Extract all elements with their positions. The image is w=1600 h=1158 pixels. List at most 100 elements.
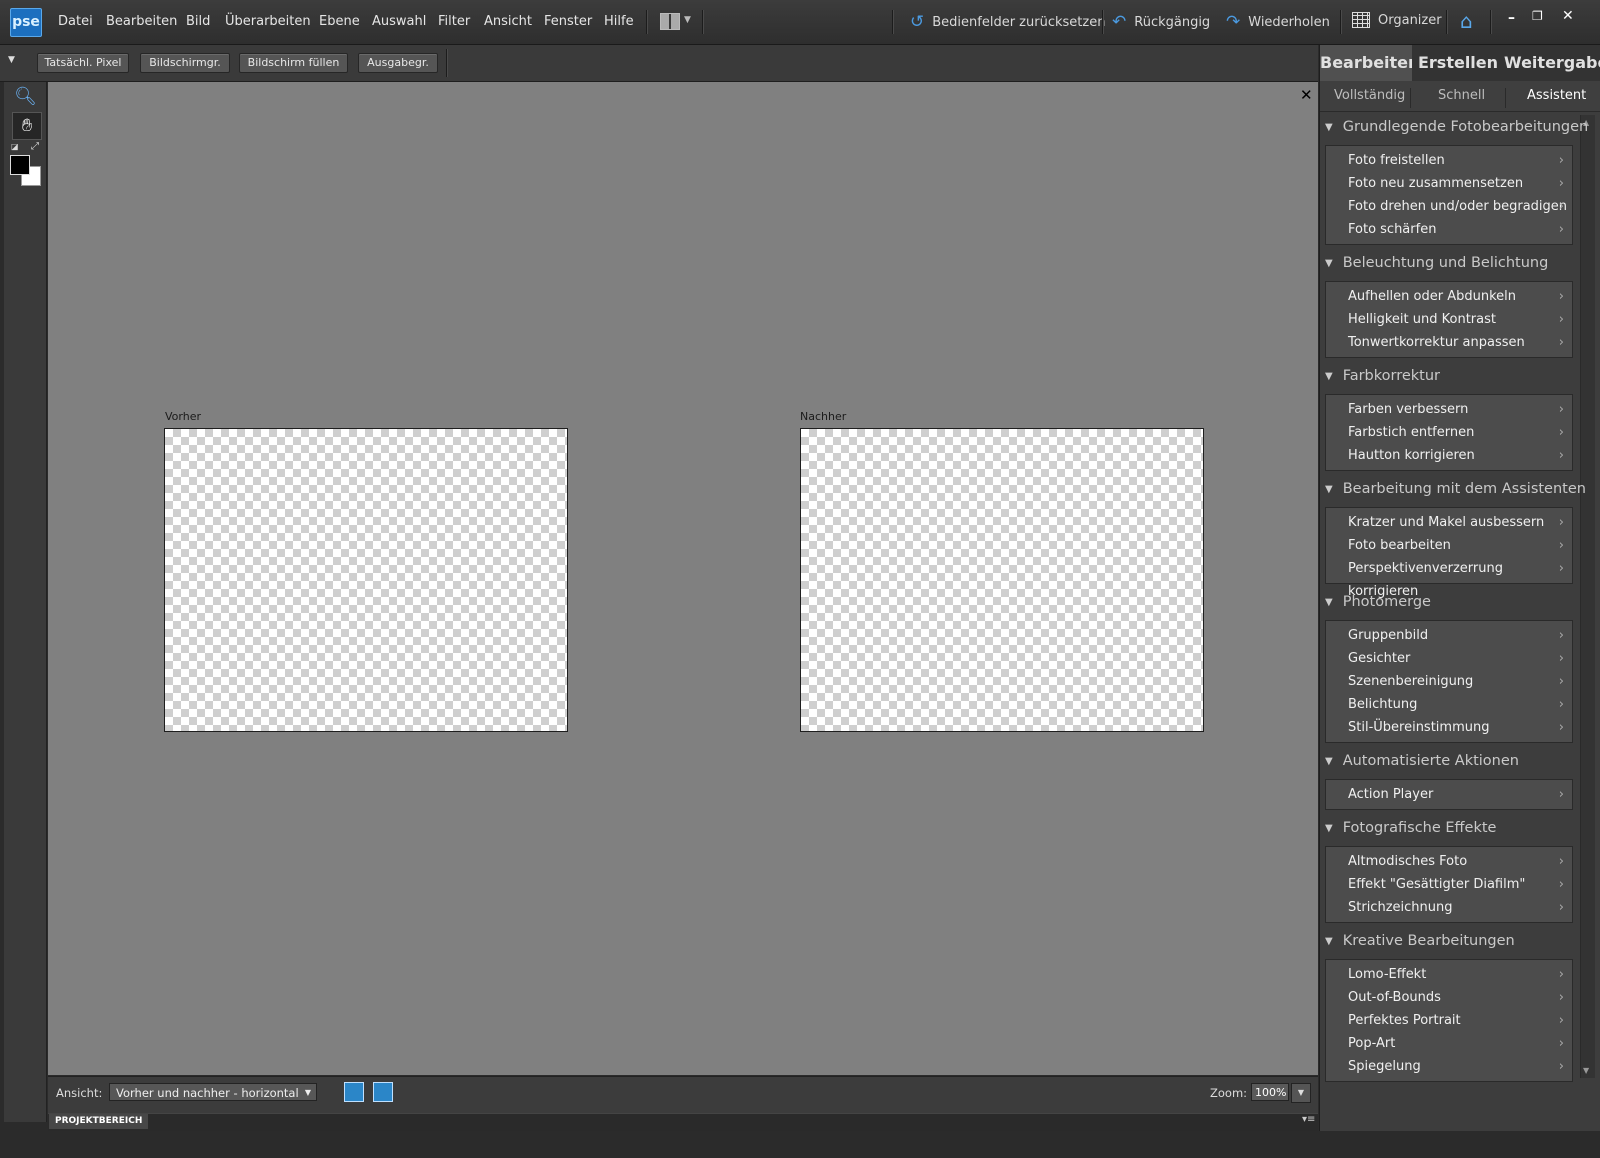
guided-edit-item[interactable]: Helligkeit und Kontrast › [1326,308,1572,331]
fit-screen-button[interactable]: Bildschirmgr. [140,53,230,73]
guided-edit-item[interactable]: Szenenbereinigung › [1326,670,1572,693]
tab-bearbeiten[interactable]: Bearbeiten [1320,45,1419,81]
guided-edit-item[interactable]: Out-of-Bounds › [1326,986,1572,1009]
chevron-down-icon[interactable]: ▼ [8,55,15,65]
tab-erstellen[interactable]: Erstellen [1412,45,1504,81]
project-bin-bar [48,1113,1318,1131]
zoom-tool-icon[interactable]: 🔍︎ [14,86,37,107]
menu-separator [702,10,704,34]
fill-screen-button[interactable]: Bildschirm füllen [239,53,348,73]
print-size-button[interactable]: Ausgabegr. [358,53,438,73]
section-header[interactable]: ▼ Automatisierte Aktionen [1325,753,1519,769]
subtab-schnell[interactable]: Schnell [1438,88,1485,103]
chevron-right-icon: › [1558,651,1564,666]
guided-edit-item[interactable]: Action Player › [1326,783,1572,806]
section-header[interactable]: ▼ Beleuchtung und Belichtung [1325,255,1548,271]
chevron-right-icon: › [1558,153,1564,168]
guided-edit-item[interactable]: Belichtung › [1326,693,1572,716]
grid-icon [1352,12,1370,28]
guided-edit-item[interactable]: Farbstich entfernen › [1326,421,1572,444]
guided-edit-item[interactable]: Gesichter › [1326,647,1572,670]
guided-edit-item[interactable]: Spiegelung › [1326,1055,1572,1078]
view-select[interactable]: Vorher und nachher - horizontal ▼ [109,1083,317,1101]
scroll-down-icon[interactable]: ▼ [1583,1066,1589,1075]
before-image[interactable] [164,428,568,732]
section-header[interactable]: ▼ Grundlegende Fotobearbeitungen [1325,119,1588,135]
guided-edit-item[interactable]: Aufhellen oder Abdunkeln › [1326,285,1572,308]
project-bin-tab[interactable]: PROJEKTBEREICH [49,1114,149,1129]
view-select-value: Vorher und nachher - horizontal [116,1086,299,1100]
guided-edit-item[interactable]: Gruppenbild › [1326,624,1572,647]
guided-edit-item[interactable]: Foto drehen und/oder begradigen › [1326,195,1572,218]
section-header[interactable]: ▼ Photomerge [1325,594,1431,610]
sync-views-icon[interactable] [373,1082,393,1102]
guided-edit-item[interactable]: Perspektivenverzerrung korrigieren › [1326,557,1572,599]
options-separator [446,49,448,77]
home-icon[interactable]: ⌂ [1460,9,1473,33]
menu-auswahl[interactable]: Auswahl [372,14,426,29]
section-header[interactable]: ▼ Fotografische Effekte [1325,820,1496,836]
zoom-input[interactable]: 100% [1251,1083,1289,1101]
undo-button[interactable]: ↶ Rückgängig [1112,12,1210,32]
menu-ebene[interactable]: Ebene [319,14,360,29]
minimize-icon[interactable]: – [1508,10,1515,26]
chevron-down-icon[interactable]: ▼ [1291,1083,1311,1103]
collapse-triangle-icon: ▼ [1325,121,1333,133]
subtab-assistent[interactable]: Assistent [1527,88,1586,103]
section-header[interactable]: ▼ Kreative Bearbeitungen [1325,933,1515,949]
guided-edit-item[interactable]: Altmodisches Foto › [1326,850,1572,873]
guided-edit-item[interactable]: Foto freistellen › [1326,149,1572,172]
chevron-down-icon[interactable]: ▼ [684,15,691,25]
guided-edit-item[interactable]: Foto schärfen › [1326,218,1572,241]
guided-edit-item[interactable]: Strichzeichnung › [1326,896,1572,919]
guided-edit-label: Foto neu zusammensetzen [1348,176,1524,191]
swap-views-icon[interactable] [344,1082,364,1102]
tab-weitergabe[interactable]: Weitergabe [1504,45,1600,81]
guided-edit-item[interactable]: Tonwertkorrektur anpassen › [1326,331,1572,354]
guided-edit-item[interactable]: Pop-Art › [1326,1032,1572,1055]
subtab-vollstaendig[interactable]: Vollständig [1334,88,1405,103]
guided-edit-item[interactable]: Kratzer und Makel ausbessern › [1326,511,1572,534]
reset-panels-button[interactable]: ↺ Bedienfelder zurücksetzen [910,12,1105,32]
menu-ueberarbeiten[interactable]: Überarbeiten [225,14,311,29]
collapse-triangle-icon: ▼ [1325,822,1333,834]
section-group: Aufhellen oder Abdunkeln › Helligkeit und … [1325,281,1573,358]
swap-colors-icon[interactable]: ⤢ [31,141,39,152]
after-image[interactable] [800,428,1204,732]
restore-icon[interactable]: ❐ [1532,9,1543,23]
foreground-color-swatch[interactable] [10,155,30,175]
organizer-label: Organizer [1378,12,1442,28]
guided-edit-item[interactable]: Farben verbessern › [1326,398,1572,421]
guided-edit-item[interactable]: Foto bearbeiten › [1326,534,1572,557]
redo-button[interactable]: ↷ Wiederholen [1226,12,1330,32]
menu-hilfe[interactable]: Hilfe [604,14,634,29]
chevron-right-icon: › [1558,335,1564,350]
close-icon[interactable]: ✕ [1562,8,1574,24]
guided-edit-item[interactable]: Perfektes Portrait › [1326,1009,1572,1032]
guided-edit-item[interactable]: Hautton korrigieren › [1326,444,1572,467]
menu-fenster[interactable]: Fenster [544,14,592,29]
chevron-right-icon: › [1558,312,1564,327]
panel-menu-icon[interactable]: ▾≡ [1302,1114,1315,1125]
menu-datei[interactable]: Datei [58,14,93,29]
section-group: Lomo-Effekt › Out-of-Bounds › Perfektes Port… [1325,959,1573,1082]
section-header[interactable]: ▼ Bearbeitung mit dem Assistenten [1325,481,1586,497]
layout-icon[interactable] [660,13,680,30]
guided-edit-item[interactable]: Lomo-Effekt › [1326,963,1572,986]
guided-edit-item[interactable]: Stil-Übereinstimmung › [1326,716,1572,739]
panel-scrollbar[interactable] [1580,115,1595,1078]
chevron-right-icon: › [1558,674,1564,689]
actual-pixels-button[interactable]: Tatsächl. Pixel [37,53,129,73]
menu-bearbeiten[interactable]: Bearbeiten [106,14,177,29]
close-icon[interactable]: ✕ [1300,86,1313,104]
menu-ansicht[interactable]: Ansicht [484,14,532,29]
after-label: Nachher [800,410,847,423]
guided-edit-item[interactable]: Foto neu zusammensetzen › [1326,172,1572,195]
section-header[interactable]: ▼ Farbkorrektur [1325,368,1440,384]
organizer-button[interactable]: Organizer [1352,12,1442,28]
guided-edit-item[interactable]: Effekt "Gesättigter Diafilm" › [1326,873,1572,896]
default-colors-icon[interactable]: ◪ [11,142,19,151]
menu-bild[interactable]: Bild [186,14,210,29]
hand-tool-icon[interactable]: ✋︎ [12,112,42,140]
menu-filter[interactable]: Filter [438,14,470,29]
